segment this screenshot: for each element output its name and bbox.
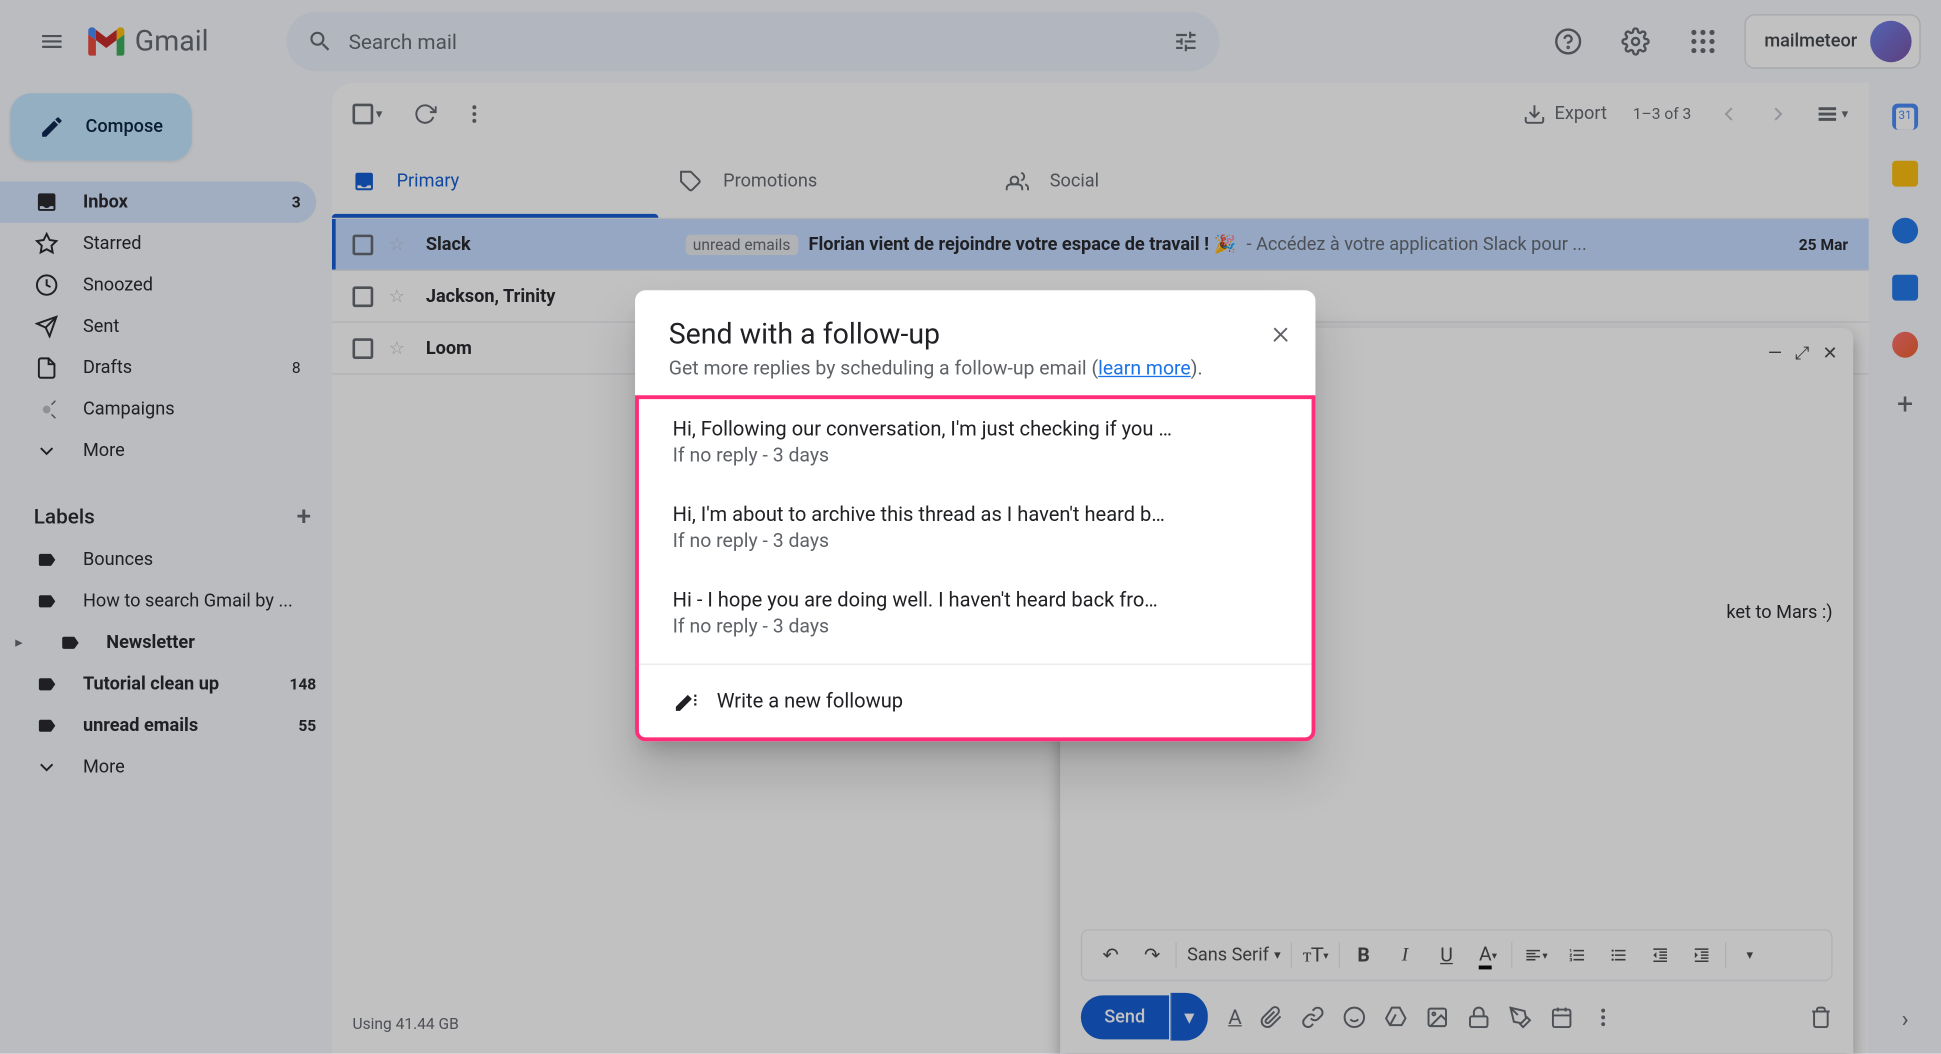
learn-more-link[interactable]: learn more [1098,356,1191,379]
option-title: Hi - I hope you are doing well. I haven'… [673,588,1278,611]
followup-option[interactable]: Hi, Following our conversation, I'm just… [639,399,1312,485]
option-sub: If no reply - 3 days [673,443,1278,466]
option-title: Hi, Following our conversation, I'm just… [673,417,1278,440]
dialog-header: Send with a follow-up Get more replies b… [635,290,1315,395]
option-sub: If no reply - 3 days [673,614,1278,637]
followup-option[interactable]: Hi - I hope you are doing well. I haven'… [639,570,1312,656]
followup-option[interactable]: Hi, I'm about to archive this thread as … [639,485,1312,571]
followup-dialog: Send with a follow-up Get more replies b… [635,290,1315,741]
dialog-subtitle: Get more replies by scheduling a follow-… [669,356,1282,379]
edit-note-icon [673,688,699,714]
option-sub: If no reply - 3 days [673,529,1278,552]
write-new-followup[interactable]: Write a new followup [639,665,1312,738]
dialog-title: Send with a follow-up [669,319,1282,351]
option-title: Hi, I'm about to archive this thread as … [673,503,1278,526]
highlighted-options: Hi, Following our conversation, I'm just… [635,395,1315,741]
dialog-close-button[interactable]: × [1272,314,1290,353]
